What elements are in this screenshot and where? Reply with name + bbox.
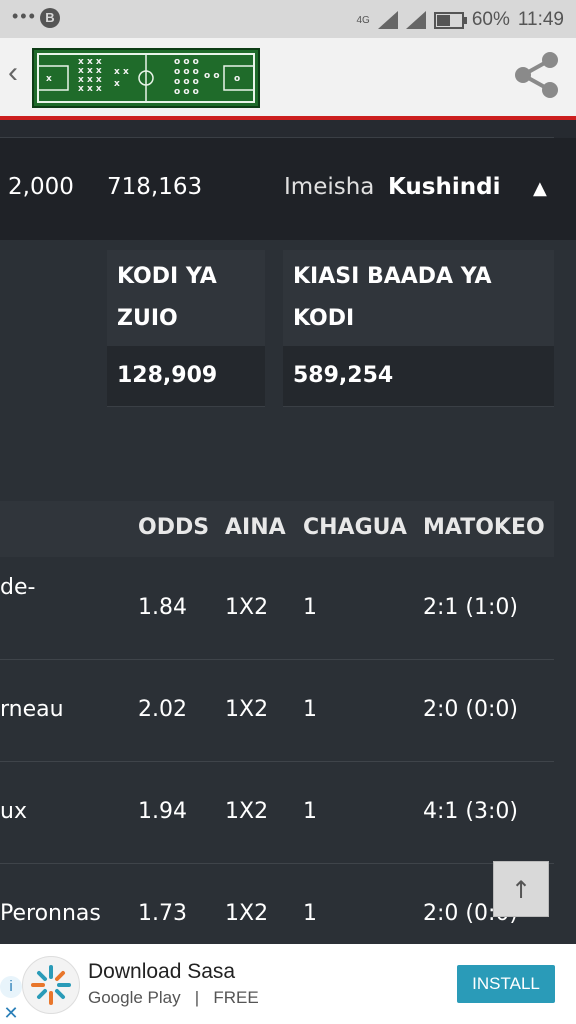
header-aina: AINA [225, 515, 286, 540]
app-notification-icon: B [40, 8, 60, 28]
table-header: ODDS AINA CHAGUA MATOKEO [0, 501, 554, 557]
svg-text:x: x [46, 74, 52, 84]
table-row: de- 1.84 1X2 1 2:1 (1:0) [0, 557, 554, 660]
table-row: ux 1.94 1X2 1 4:1 (3:0) [0, 761, 554, 864]
ad-title: Download Sasa [88, 960, 236, 983]
svg-text:o: o [234, 74, 240, 84]
svg-text:o o o: o o o [174, 87, 199, 97]
svg-text:x: x [114, 79, 120, 89]
app-logo: x x x xx x xx x xx x x x xx o o oo o oo … [32, 48, 260, 108]
selection: 1 [303, 697, 317, 722]
share-icon[interactable] [510, 48, 564, 102]
match-name: rneau [0, 697, 64, 722]
match-name: Peronnas [0, 901, 101, 926]
back-icon[interactable]: ‹ [8, 56, 18, 90]
signal-icon-2 [405, 11, 426, 29]
odds-value: 2.02 [138, 697, 187, 722]
notification-dots-icon: ••• [12, 6, 37, 26]
ad-banner[interactable]: i ✕ Download Sasa Google Play | FREE INS… [0, 944, 576, 1024]
header-odds: ODDS [138, 515, 210, 540]
after-tax-header: KIASI BAADA YA KODI [283, 250, 554, 346]
odds-value: 1.84 [138, 595, 187, 620]
network-type: 4G [356, 14, 370, 26]
ad-price: FREE [213, 988, 259, 1007]
odds-value: 1.94 [138, 799, 187, 824]
after-tax-box: KIASI BAADA YA KODI 589,254 [283, 250, 554, 407]
market-type: 1X2 [225, 799, 269, 824]
install-button[interactable]: INSTALL [457, 965, 555, 1003]
store-name: Google Play [88, 988, 181, 1007]
market-type: 1X2 [225, 595, 269, 620]
win-amount: 718,163 [107, 174, 203, 200]
battery-level: 60% [471, 9, 510, 30]
match-name: de- [0, 575, 36, 600]
svg-text:o o o: o o o [174, 77, 199, 87]
ad-subtitle: Google Play | FREE [88, 988, 259, 1008]
scroll-to-top-button[interactable]: ↑ [493, 861, 549, 917]
selection: 1 [303, 799, 317, 824]
bet-status: Imeisha [284, 174, 375, 200]
section-divider [0, 120, 576, 138]
market-type: 1X2 [225, 901, 269, 926]
odds-value: 1.73 [138, 901, 187, 926]
svg-text:o o o: o o o [174, 67, 199, 77]
ad-info-icon[interactable]: i [0, 976, 22, 998]
match-result: 4:1 (3:0) [423, 799, 518, 824]
withheld-tax-header: KODI YA ZUIO [107, 250, 265, 346]
app-header: ‹ x x x xx x xx x xx x x x xx o o oo o o… [0, 38, 576, 120]
after-tax-value: 589,254 [283, 346, 554, 407]
bet-summary-row[interactable]: 2,000 718,163 Imeisha Kushindi ▲ [0, 138, 576, 240]
match-result: 2:1 (1:0) [423, 595, 518, 620]
bet-result: Kushindi [388, 174, 501, 200]
svg-text:o o: o o [204, 71, 220, 81]
market-type: 1X2 [225, 697, 269, 722]
status-bar: ••• B 4G 60% 11:49 [0, 0, 576, 38]
ad-separator: | [194, 988, 200, 1007]
withheld-tax-box: KODI YA ZUIO 128,909 [107, 250, 265, 407]
clock: 11:49 [517, 9, 564, 30]
app-icon [22, 956, 80, 1014]
withheld-tax-value: 128,909 [107, 346, 265, 407]
selection: 1 [303, 595, 317, 620]
selection: 1 [303, 901, 317, 926]
signal-icon [377, 11, 398, 29]
svg-text:x x: x x [114, 67, 129, 77]
match-name: ux [0, 799, 27, 824]
battery-icon [433, 11, 467, 29]
svg-text:o o o: o o o [174, 57, 199, 67]
ad-close-icon[interactable]: ✕ [0, 1002, 22, 1024]
svg-text:x x x: x x x [78, 84, 102, 94]
collapse-arrow-icon[interactable]: ▲ [533, 178, 547, 199]
header-chagua: CHAGUA [303, 515, 407, 540]
stake-amount: 2,000 [8, 174, 74, 200]
header-matokeo: MATOKEO [423, 515, 545, 540]
table-row: rneau 2.02 1X2 1 2:0 (0:0) [0, 659, 554, 762]
match-result: 2:0 (0:0) [423, 697, 518, 722]
